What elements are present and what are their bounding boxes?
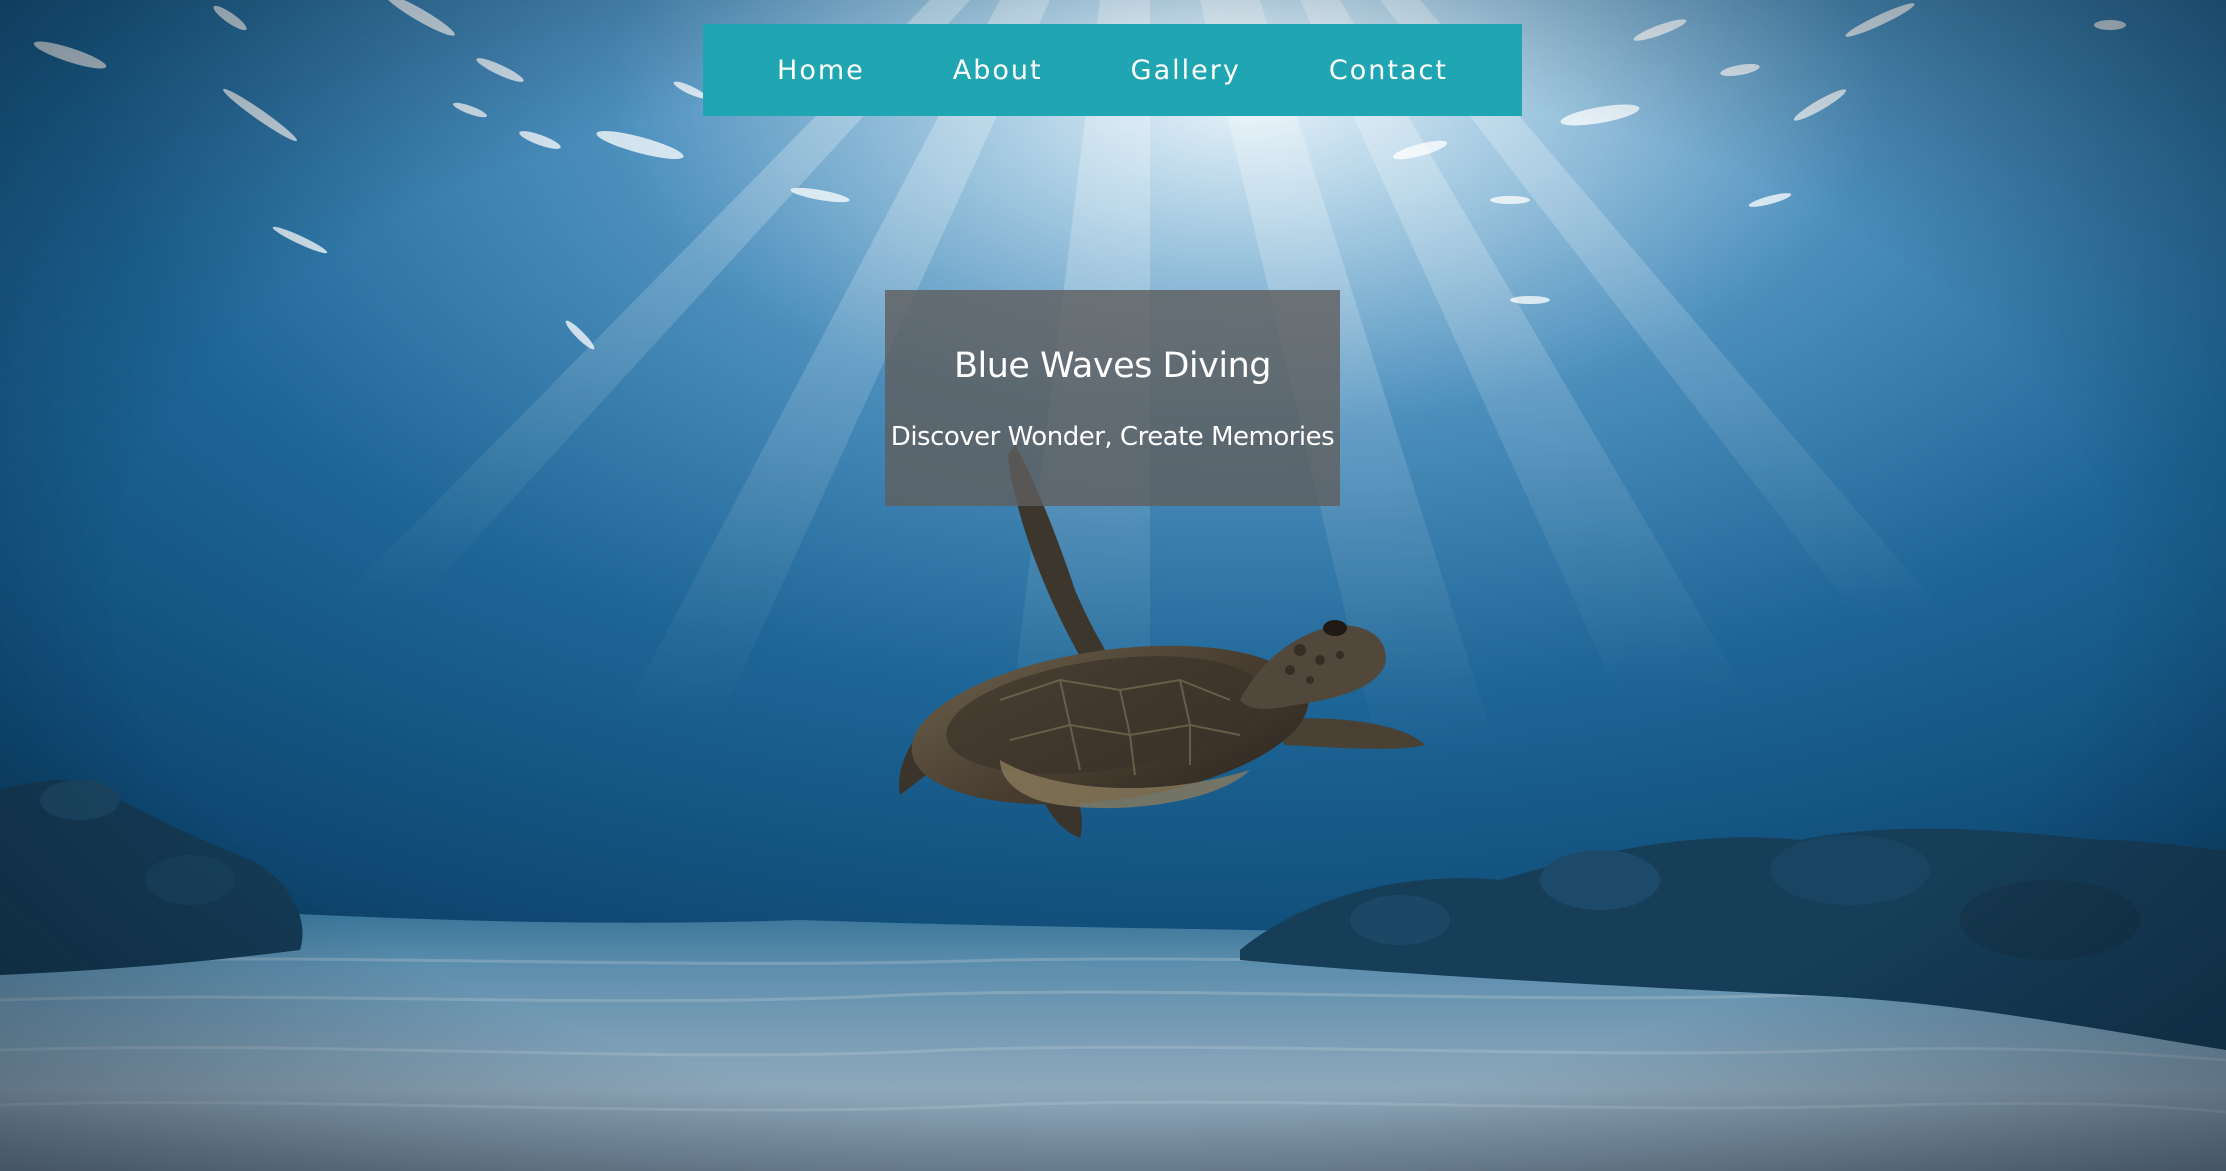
hero-title-box: Blue Waves Diving Discover Wonder, Creat… [885, 290, 1340, 506]
nav-link-about[interactable]: About [935, 45, 1061, 96]
main-navigation: Home About Gallery Contact [703, 24, 1522, 116]
hero-subtitle: Discover Wonder, Create Memories [890, 422, 1335, 452]
hero-background-image [0, 0, 2226, 1171]
nav-link-home[interactable]: Home [759, 45, 883, 96]
hero-title: Blue Waves Diving [953, 346, 1272, 386]
nav-link-contact[interactable]: Contact [1311, 45, 1466, 96]
page: Home About Gallery Contact Blue Waves Di… [0, 0, 2226, 1171]
nav-link-gallery[interactable]: Gallery [1113, 45, 1259, 96]
